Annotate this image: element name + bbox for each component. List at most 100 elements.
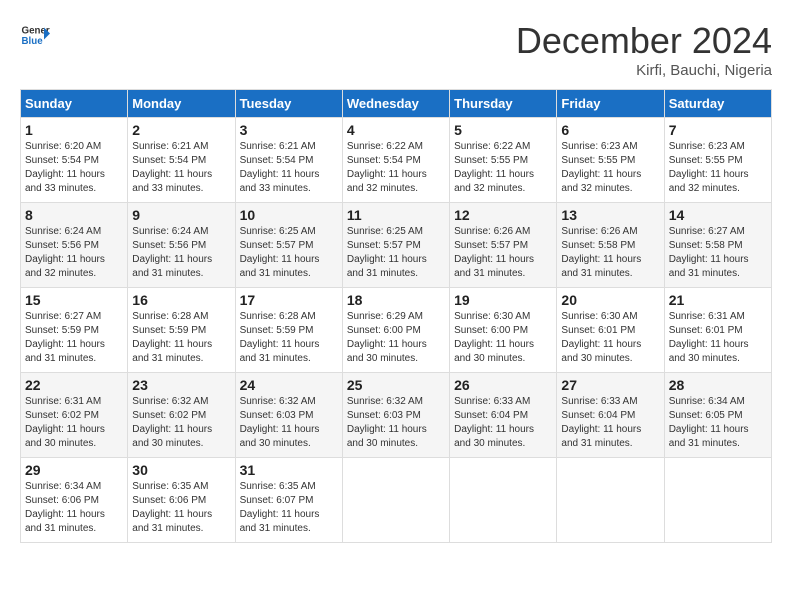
month-title: December 2024 (516, 20, 772, 62)
day-number: 27 (561, 377, 659, 393)
calendar-day-cell: 20 Sunrise: 6:30 AM Sunset: 6:01 PM Dayli… (557, 288, 664, 373)
calendar-day-cell: 25 Sunrise: 6:32 AM Sunset: 6:03 PM Dayli… (342, 373, 449, 458)
day-info: Sunrise: 6:30 AM Sunset: 6:01 PM Dayligh… (561, 310, 659, 366)
calendar-day-cell: 22 Sunrise: 6:31 AM Sunset: 6:02 PM Dayli… (21, 373, 128, 458)
day-info: Sunrise: 6:30 AM Sunset: 6:00 PM Dayligh… (454, 310, 552, 366)
day-info: Sunrise: 6:20 AM Sunset: 5:54 PM Dayligh… (25, 140, 123, 196)
day-number: 2 (132, 122, 230, 138)
calendar-day-cell: 5 Sunrise: 6:22 AM Sunset: 5:55 PM Daylig… (450, 118, 557, 203)
calendar-day-cell (664, 458, 771, 543)
day-info: Sunrise: 6:33 AM Sunset: 6:04 PM Dayligh… (454, 395, 552, 451)
day-info: Sunrise: 6:25 AM Sunset: 5:57 PM Dayligh… (347, 225, 445, 281)
calendar-day-cell (450, 458, 557, 543)
calendar-day-cell: 28 Sunrise: 6:34 AM Sunset: 6:05 PM Dayli… (664, 373, 771, 458)
calendar-day-cell: 26 Sunrise: 6:33 AM Sunset: 6:04 PM Dayli… (450, 373, 557, 458)
calendar-day-cell: 14Sunrise: 6:27 AM Sunset: 5:58 PM Dayli… (664, 203, 771, 288)
calendar-day-cell: 4Sunrise: 6:22 AM Sunset: 5:54 PM Daylig… (342, 118, 449, 203)
day-number: 8 (25, 207, 123, 223)
day-info: Sunrise: 6:34 AM Sunset: 6:06 PM Dayligh… (25, 480, 123, 536)
day-number: 25 (347, 377, 445, 393)
title-section: December 2024 Kirfi, Bauchi, Nigeria (516, 20, 772, 79)
day-number: 30 (132, 462, 230, 478)
calendar-header-cell: Monday (128, 90, 235, 118)
day-number: 6 (561, 122, 659, 138)
day-number: 12 (454, 207, 552, 223)
calendar-day-cell: 10 Sunrise: 6:25 AM Sunset: 5:57 PM Dayli… (235, 203, 342, 288)
day-info: Sunrise: 6:32 AM Sunset: 6:02 PM Dayligh… (132, 395, 230, 451)
day-number: 10 (240, 207, 338, 223)
day-info: Sunrise: 6:27 AM Sunset: 5:59 PM Dayligh… (25, 310, 123, 366)
day-number: 3 (240, 122, 338, 138)
calendar-day-cell: 6 Sunrise: 6:23 AM Sunset: 5:55 PM Daylig… (557, 118, 664, 203)
day-number: 24 (240, 377, 338, 393)
calendar-day-cell: 2 Sunrise: 6:21 AM Sunset: 5:54 PM Daylig… (128, 118, 235, 203)
day-number: 21 (669, 292, 767, 308)
day-info: Sunrise: 6:31 AM Sunset: 6:02 PM Dayligh… (25, 395, 123, 451)
page-header: General Blue December 2024 Kirfi, Bauchi… (20, 20, 772, 79)
location: Kirfi, Bauchi, Nigeria (516, 62, 772, 79)
calendar-week-row: 8 Sunrise: 6:24 AM Sunset: 5:56 PM Daylig… (21, 203, 772, 288)
calendar-day-cell: 31 Sunrise: 6:35 AM Sunset: 6:07 PM Dayli… (235, 458, 342, 543)
calendar-day-cell: 16Sunrise: 6:28 AM Sunset: 5:59 PM Dayli… (128, 288, 235, 373)
day-info: Sunrise: 6:33 AM Sunset: 6:04 PM Dayligh… (561, 395, 659, 451)
day-info: Sunrise: 6:21 AM Sunset: 5:54 PM Dayligh… (132, 140, 230, 196)
calendar-day-cell (557, 458, 664, 543)
calendar-day-cell: 30Sunrise: 6:35 AM Sunset: 6:06 PM Dayli… (128, 458, 235, 543)
day-number: 9 (132, 207, 230, 223)
calendar-day-cell: 8 Sunrise: 6:24 AM Sunset: 5:56 PM Daylig… (21, 203, 128, 288)
day-number: 15 (25, 292, 123, 308)
calendar-day-cell: 12Sunrise: 6:26 AM Sunset: 5:57 PM Dayli… (450, 203, 557, 288)
calendar-week-row: 1Sunrise: 6:20 AM Sunset: 5:54 PM Daylig… (21, 118, 772, 203)
day-number: 11 (347, 207, 445, 223)
calendar-header-cell: Wednesday (342, 90, 449, 118)
day-number: 26 (454, 377, 552, 393)
calendar-day-cell: 1Sunrise: 6:20 AM Sunset: 5:54 PM Daylig… (21, 118, 128, 203)
logo: General Blue (20, 20, 54, 50)
day-number: 23 (132, 377, 230, 393)
calendar-day-cell: 19 Sunrise: 6:30 AM Sunset: 6:00 PM Dayli… (450, 288, 557, 373)
day-info: Sunrise: 6:23 AM Sunset: 5:55 PM Dayligh… (561, 140, 659, 196)
calendar-day-cell: 29 Sunrise: 6:34 AM Sunset: 6:06 PM Dayli… (21, 458, 128, 543)
day-info: Sunrise: 6:25 AM Sunset: 5:57 PM Dayligh… (240, 225, 338, 281)
day-number: 29 (25, 462, 123, 478)
calendar-day-cell: 3Sunrise: 6:21 AM Sunset: 5:54 PM Daylig… (235, 118, 342, 203)
calendar-header-cell: Thursday (450, 90, 557, 118)
day-number: 16 (132, 292, 230, 308)
calendar-day-cell: 23 Sunrise: 6:32 AM Sunset: 6:02 PM Dayli… (128, 373, 235, 458)
day-number: 19 (454, 292, 552, 308)
calendar-body: 1Sunrise: 6:20 AM Sunset: 5:54 PM Daylig… (21, 118, 772, 543)
day-number: 22 (25, 377, 123, 393)
day-number: 20 (561, 292, 659, 308)
day-info: Sunrise: 6:22 AM Sunset: 5:54 PM Dayligh… (347, 140, 445, 196)
day-number: 28 (669, 377, 767, 393)
calendar-week-row: 15 Sunrise: 6:27 AM Sunset: 5:59 PM Dayli… (21, 288, 772, 373)
day-info: Sunrise: 6:32 AM Sunset: 6:03 PM Dayligh… (240, 395, 338, 451)
calendar-day-cell: 17 Sunrise: 6:28 AM Sunset: 5:59 PM Dayli… (235, 288, 342, 373)
calendar-day-cell: 7Sunrise: 6:23 AM Sunset: 5:55 PM Daylig… (664, 118, 771, 203)
calendar-day-cell: 11 Sunrise: 6:25 AM Sunset: 5:57 PM Dayli… (342, 203, 449, 288)
day-info: Sunrise: 6:22 AM Sunset: 5:55 PM Dayligh… (454, 140, 552, 196)
day-number: 31 (240, 462, 338, 478)
calendar-header-row: SundayMondayTuesdayWednesdayThursdayFrid… (21, 90, 772, 118)
day-number: 5 (454, 122, 552, 138)
calendar-day-cell: 24 Sunrise: 6:32 AM Sunset: 6:03 PM Dayli… (235, 373, 342, 458)
day-info: Sunrise: 6:28 AM Sunset: 5:59 PM Dayligh… (240, 310, 338, 366)
day-number: 18 (347, 292, 445, 308)
day-number: 7 (669, 122, 767, 138)
day-info: Sunrise: 6:26 AM Sunset: 5:58 PM Dayligh… (561, 225, 659, 281)
calendar-day-cell: 13Sunrise: 6:26 AM Sunset: 5:58 PM Dayli… (557, 203, 664, 288)
day-info: Sunrise: 6:24 AM Sunset: 5:56 PM Dayligh… (25, 225, 123, 281)
day-info: Sunrise: 6:24 AM Sunset: 5:56 PM Dayligh… (132, 225, 230, 281)
calendar-day-cell: 18 Sunrise: 6:29 AM Sunset: 6:00 PM Dayli… (342, 288, 449, 373)
day-info: Sunrise: 6:29 AM Sunset: 6:00 PM Dayligh… (347, 310, 445, 366)
calendar-header-cell: Sunday (21, 90, 128, 118)
day-number: 14 (669, 207, 767, 223)
day-info: Sunrise: 6:34 AM Sunset: 6:05 PM Dayligh… (669, 395, 767, 451)
calendar-week-row: 22 Sunrise: 6:31 AM Sunset: 6:02 PM Dayli… (21, 373, 772, 458)
day-number: 17 (240, 292, 338, 308)
calendar-day-cell: 21 Sunrise: 6:31 AM Sunset: 6:01 PM Dayli… (664, 288, 771, 373)
logo-icon: General Blue (20, 20, 50, 50)
day-info: Sunrise: 6:32 AM Sunset: 6:03 PM Dayligh… (347, 395, 445, 451)
day-info: Sunrise: 6:31 AM Sunset: 6:01 PM Dayligh… (669, 310, 767, 366)
day-info: Sunrise: 6:35 AM Sunset: 6:07 PM Dayligh… (240, 480, 338, 536)
